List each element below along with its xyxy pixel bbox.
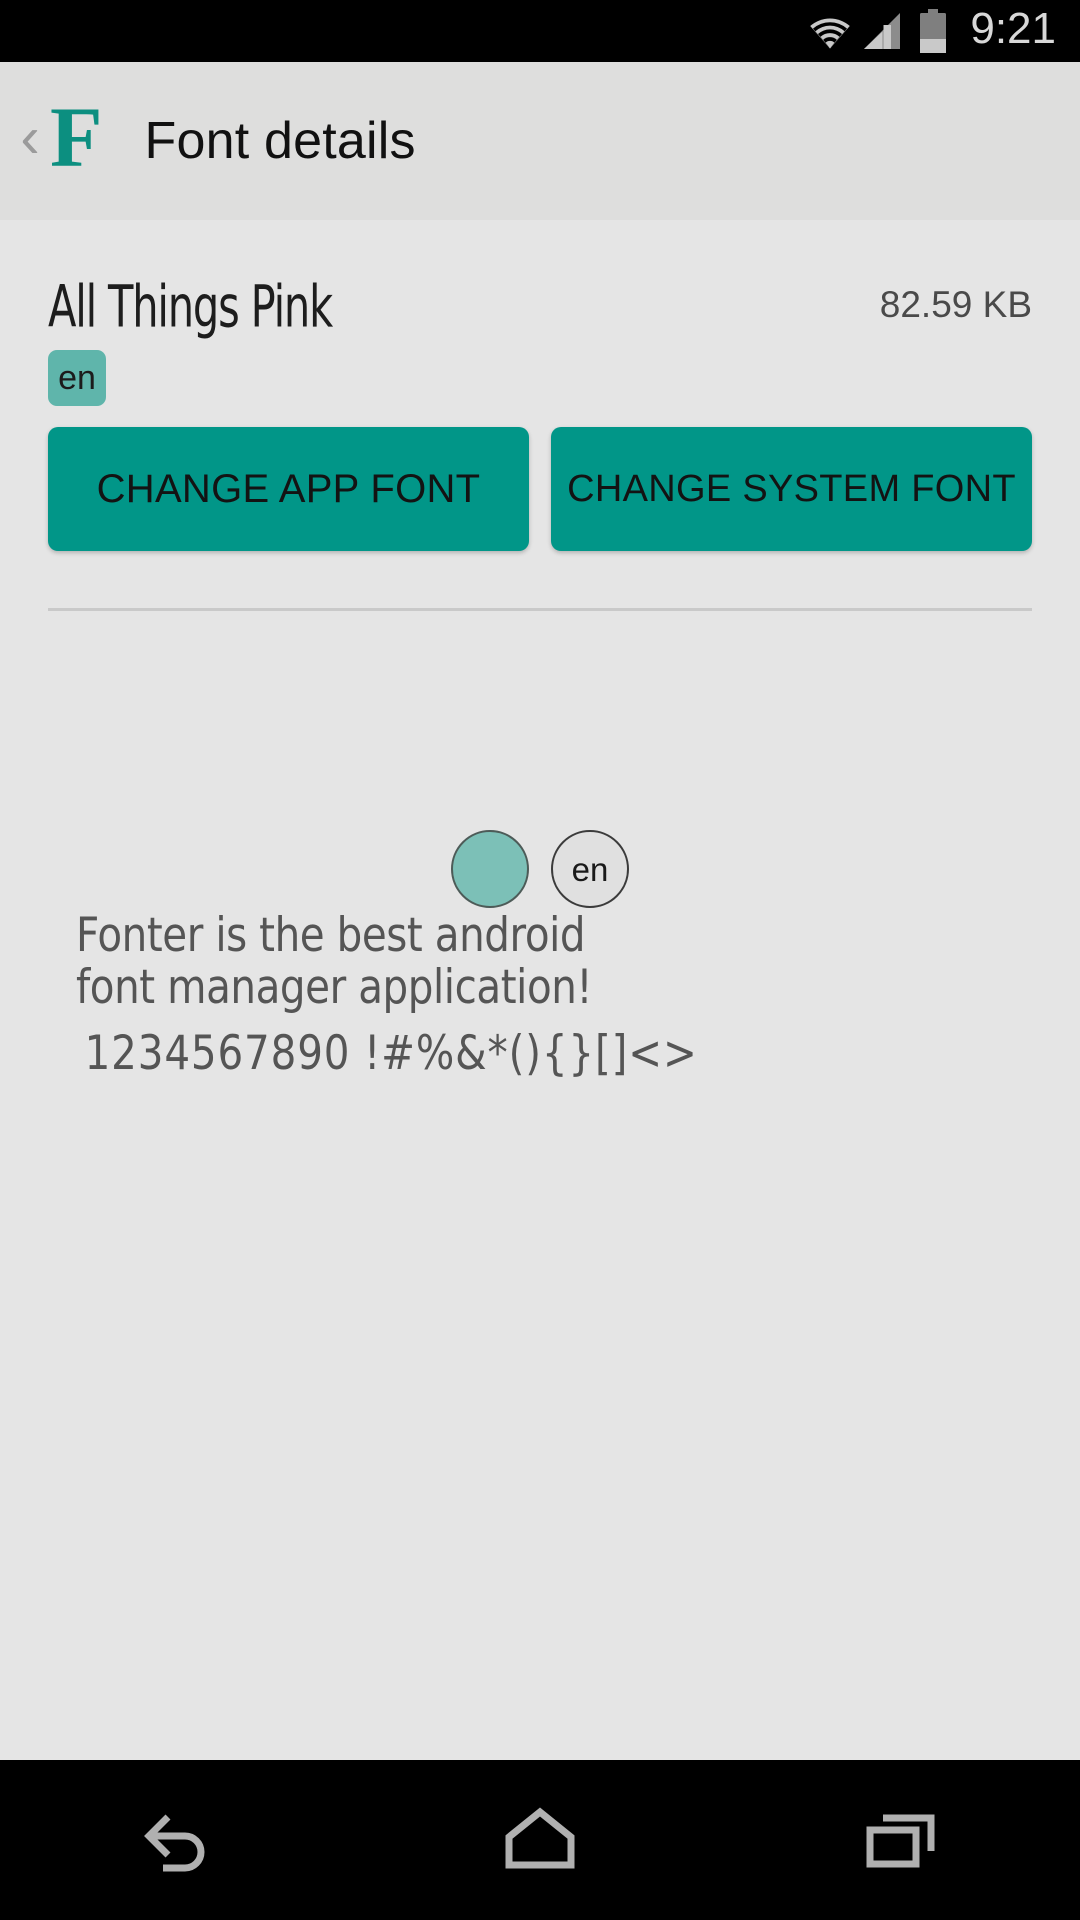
status-bar-clock: 9:21 [970,4,1056,53]
font-name-label: All Things Pink [48,273,333,342]
nav-recents-button[interactable] [810,1760,990,1920]
action-bar: ‹ F Font details [0,62,1080,227]
font-header-row: All Things Pink 82.59 KB [0,275,1080,340]
change-system-font-button[interactable]: CHANGE SYSTEM FONT [551,427,1032,551]
language-badge-list: en [48,350,106,406]
preview-chip-selected[interactable] [451,830,529,908]
change-app-font-button[interactable]: CHANGE APP FONT [48,427,529,551]
battery-icon [918,9,948,53]
app-screen: 9:21 ‹ F Font details All Things Pink 82… [0,0,1080,1920]
wifi-icon [804,11,856,51]
preview-language-chips: en [0,830,1080,908]
nav-back-button[interactable] [90,1760,270,1920]
preview-sentence: Fonter is the best android font manager … [76,908,593,1015]
preview-chip-en[interactable]: en [551,830,629,908]
section-divider [48,608,1032,611]
page-title: Font details [144,112,416,170]
fonter-logo-icon: F [50,89,103,185]
content-area: All Things Pink 82.59 KB en CHANGE APP F… [0,220,1080,1760]
cellular-signal-icon [858,11,904,51]
status-bar: 9:21 [0,0,1080,62]
back-chevron-icon[interactable]: ‹ [12,109,48,167]
font-size-label: 82.59 KB [879,284,1032,325]
navigation-bar [0,1760,1080,1920]
font-preview-sample: Fonter is the best android font manager … [76,910,833,1080]
preview-glyphs: 1234567890 !#%&*(){}[]<> [84,1026,698,1081]
nav-home-button[interactable] [450,1760,630,1920]
language-badge-en: en [48,350,106,406]
font-action-buttons: CHANGE APP FONT CHANGE SYSTEM FONT [48,427,1032,551]
